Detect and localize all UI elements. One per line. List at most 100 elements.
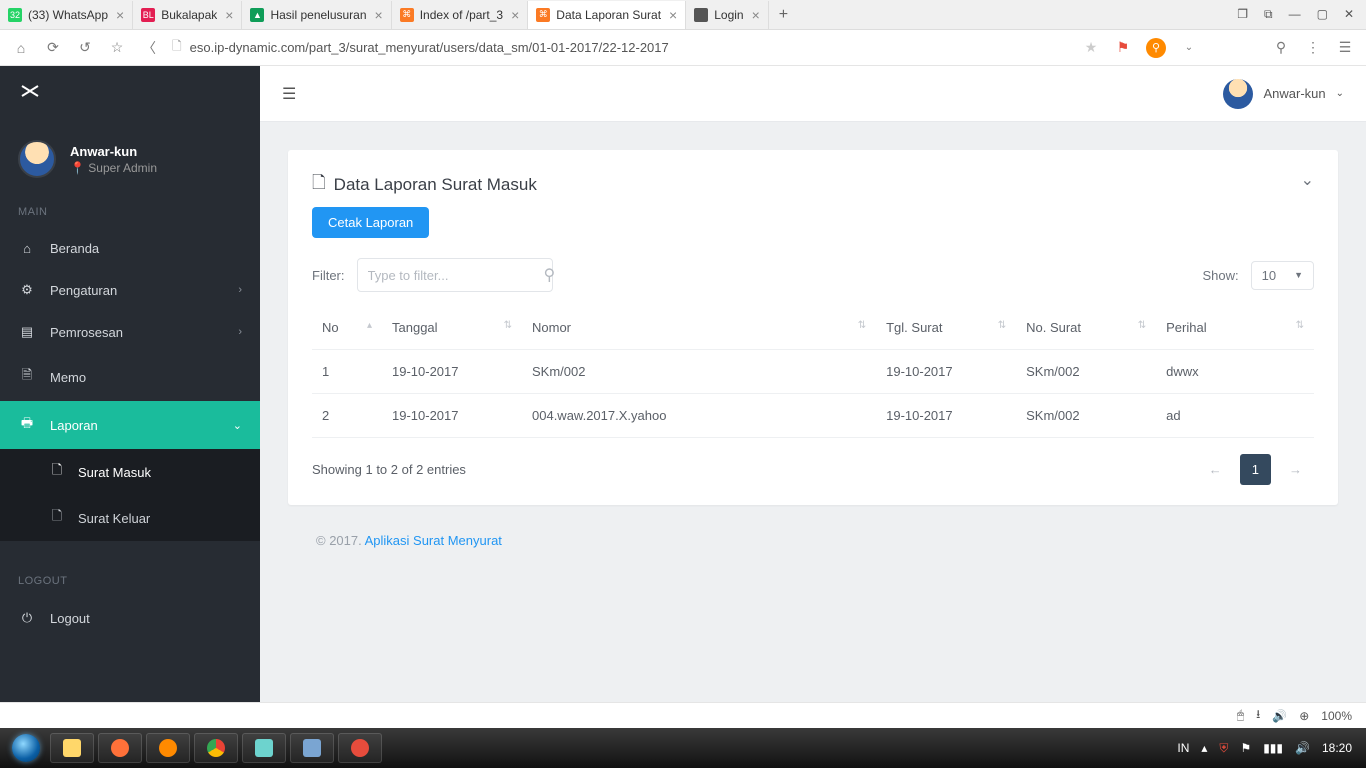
page-next[interactable]: → — [1277, 454, 1314, 485]
flag-icon[interactable]: ⚑ — [1114, 39, 1132, 56]
zoom-icon[interactable]: ⊕ — [1299, 709, 1309, 723]
tray-volume-icon[interactable]: 🔊 — [1295, 741, 1310, 755]
history-icon[interactable]: ↺ — [76, 39, 94, 56]
cell-no-surat: SKm/002 — [1016, 350, 1156, 394]
volume-icon[interactable]: 🔊 — [1272, 709, 1287, 723]
col-no[interactable]: No▴ — [312, 306, 382, 350]
footer: © 2017. Aplikasi Surat Menyurat — [288, 505, 1338, 558]
task-notepad[interactable] — [290, 733, 334, 763]
page-prev[interactable]: ← — [1197, 454, 1234, 485]
browser-tab-data-laporan[interactable]: ⌘ Data Laporan Surat × — [528, 1, 686, 29]
tray-clock[interactable]: 18:20 — [1322, 741, 1352, 755]
table-row[interactable]: 1 19-10-2017 SKm/002 19-10-2017 SKm/002 … — [312, 350, 1314, 394]
show-label: Show: — [1202, 268, 1238, 283]
extension-icon[interactable]: ⚲ — [1146, 38, 1166, 58]
back-icon[interactable]: 〈 — [140, 38, 158, 58]
sidebar-item-label: Memo — [50, 370, 86, 385]
sidebar-section-main: MAIN — [0, 196, 260, 228]
power-icon: ⏻ — [18, 610, 36, 626]
sidebar-item-logout[interactable]: ⏻ Logout — [0, 597, 260, 639]
download-icon[interactable]: ⭳ — [1256, 705, 1260, 726]
col-tgl-surat[interactable]: Tgl. Surat⇅ — [876, 306, 1016, 350]
chevron-right-icon: › — [238, 326, 242, 338]
menu-icon[interactable]: ☰ — [1336, 39, 1354, 56]
task-uc[interactable] — [146, 733, 190, 763]
sort-icon: ▴ — [367, 320, 372, 331]
window-controls: ❐ ⧉ — ▢ ✕ — [1225, 7, 1366, 22]
report-icon: 🖶 — [18, 414, 36, 436]
mouse-icon[interactable]: 🖱 — [1237, 708, 1244, 723]
filter-input[interactable] — [368, 268, 544, 283]
task-recorder[interactable] — [338, 733, 382, 763]
reload-icon[interactable]: ⟳ — [44, 39, 62, 56]
footer-link[interactable]: Aplikasi Surat Menyurat — [365, 533, 502, 548]
task-paint[interactable] — [242, 733, 286, 763]
task-chrome[interactable] — [194, 733, 238, 763]
sidebar: Anwar-kun 📍 Super Admin MAIN ⌂ Beranda ⚙… — [0, 66, 260, 702]
browser-tab-whatsapp[interactable]: 32 (33) WhatsApp × — [0, 1, 133, 29]
menu-toggle-icon[interactable]: ☰ — [282, 84, 296, 104]
data-table: No▴ Tanggal⇅ Nomor⇅ Tgl. Surat⇅ No. Sura… — [312, 306, 1314, 438]
col-no-surat[interactable]: No. Surat⇅ — [1016, 306, 1156, 350]
sort-icon: ⇅ — [1296, 320, 1304, 331]
cetak-laporan-button[interactable]: Cetak Laporan — [312, 207, 429, 238]
start-button[interactable] — [6, 732, 46, 764]
sidebar-sub-surat-keluar[interactable]: 🗋 Surat Keluar — [0, 495, 260, 541]
home-icon[interactable]: ⌂ — [12, 40, 30, 56]
window-restore-icon[interactable]: ⧉ — [1264, 7, 1273, 22]
browser-tab-index[interactable]: ⌘ Index of /part_3 × — [392, 1, 529, 29]
browser-status-bar: 🖱 ⭳ 🔊 ⊕ 100% — [0, 702, 1366, 728]
table-info: Showing 1 to 2 of 2 entries — [312, 462, 466, 477]
task-firefox[interactable] — [98, 733, 142, 763]
tray-up-icon[interactable]: ▴ — [1201, 741, 1207, 755]
sidebar-item-memo[interactable]: 🗎 Memo — [0, 353, 260, 401]
sidebar-item-pemrosesan[interactable]: ▤ Pemrosesan › — [0, 311, 260, 353]
chevron-down-icon[interactable]: ⌄ — [1180, 42, 1198, 53]
close-icon[interactable]: × — [225, 7, 233, 23]
table-row[interactable]: 2 19-10-2017 004.waw.2017.X.yahoo 19-10-… — [312, 394, 1314, 438]
close-window-icon[interactable]: ✕ — [1344, 7, 1354, 22]
col-nomor[interactable]: Nomor⇅ — [522, 306, 876, 350]
app-logo[interactable] — [0, 66, 260, 116]
panel-collapse-icon[interactable]: ⌄ — [1301, 170, 1314, 190]
close-icon[interactable]: × — [752, 7, 760, 23]
page-current[interactable]: 1 — [1240, 454, 1271, 485]
user-menu[interactable]: Anwar-kun ⌄ — [1223, 79, 1344, 109]
browser-tab-drive[interactable]: ▲ Hasil penelusuran × — [242, 1, 391, 29]
address-bar[interactable]: 🗋 eso.ip-dynamic.com/part_3/surat_menyur… — [172, 37, 1068, 58]
window-tabs-icon[interactable]: ❐ — [1237, 7, 1248, 22]
tray-lang[interactable]: IN — [1177, 741, 1189, 755]
close-icon[interactable]: × — [511, 7, 519, 23]
close-icon[interactable]: × — [375, 7, 383, 23]
cell-tgl-surat: 19-10-2017 — [876, 394, 1016, 438]
maximize-icon[interactable]: ▢ — [1317, 7, 1328, 22]
search-icon[interactable]: ⚲ — [544, 265, 556, 285]
site-info-icon[interactable]: 🗋 — [172, 37, 182, 58]
sidebar-item-laporan[interactable]: 🖶 Laporan ⌄ — [0, 401, 260, 449]
sidebar-item-beranda[interactable]: ⌂ Beranda — [0, 228, 260, 269]
copyright: © 2017. — [316, 533, 365, 548]
more-icon[interactable]: ⋮ — [1304, 39, 1322, 56]
search-icon[interactable]: ⚲ — [1272, 39, 1290, 56]
col-perihal[interactable]: Perihal⇅ — [1156, 306, 1314, 350]
new-tab-button[interactable]: + — [769, 6, 798, 24]
show-select[interactable]: 10 ▼ — [1251, 261, 1314, 290]
sidebar-sub-surat-masuk[interactable]: 🗋 Surat Masuk — [0, 449, 260, 495]
close-icon[interactable]: × — [669, 7, 677, 23]
task-explorer[interactable] — [50, 733, 94, 763]
col-tanggal[interactable]: Tanggal⇅ — [382, 306, 522, 350]
file-icon: 🗋 — [312, 170, 326, 199]
close-icon[interactable]: × — [116, 7, 124, 23]
sidebar-item-pengaturan[interactable]: ⚙ Pengaturan › — [0, 269, 260, 311]
tray-flag-icon[interactable]: ⚑ — [1240, 741, 1251, 755]
browser-tab-bukalapak[interactable]: BL Bukalapak × — [133, 1, 242, 29]
chevron-down-icon: ⌄ — [1336, 88, 1344, 99]
minimize-icon[interactable]: — — [1289, 7, 1301, 22]
browser-tab-login[interactable]: Login × — [686, 1, 769, 29]
sidebar-sub-label: Surat Masuk — [78, 465, 151, 480]
bookmark-icon[interactable]: ☆ — [108, 39, 126, 56]
tray-shield-icon[interactable]: ⛨ — [1219, 741, 1228, 756]
favorite-icon[interactable]: ★ — [1082, 39, 1100, 56]
tray-wifi-icon[interactable]: ▮▮▮ — [1263, 741, 1283, 755]
filter-box: ⚲ — [357, 258, 553, 292]
